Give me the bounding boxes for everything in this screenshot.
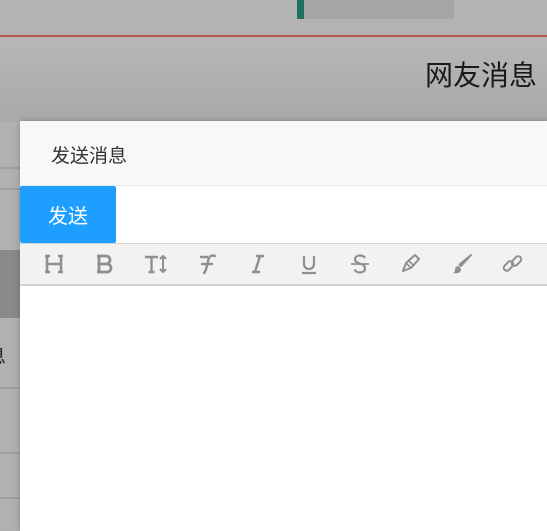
background-list-label: 息	[0, 340, 6, 369]
background-list-divider	[0, 497, 20, 499]
background-list-divider	[0, 188, 20, 190]
background-left-list	[0, 122, 20, 528]
strikethrough-icon[interactable]	[344, 248, 376, 280]
background-accent-bar	[297, 0, 304, 19]
background-top-bar	[0, 0, 547, 36]
background-top-block	[297, 0, 454, 19]
background-list-divider	[0, 387, 20, 389]
font-size-icon[interactable]	[140, 248, 172, 280]
link-icon[interactable]	[497, 248, 529, 280]
italic-icon[interactable]	[242, 248, 274, 280]
background-list-divider	[0, 167, 20, 169]
send-message-dialog: 发送消息 发送	[20, 121, 547, 531]
background-page-title: 网友消息	[424, 59, 537, 92]
font-family-icon[interactable]	[191, 248, 223, 280]
bold-icon[interactable]	[89, 248, 121, 280]
background-list-item	[0, 250, 20, 318]
background-list-divider	[0, 452, 20, 454]
send-button[interactable]: 发送	[20, 186, 116, 243]
brush-icon[interactable]	[446, 248, 478, 280]
message-editor[interactable]	[20, 286, 547, 531]
dialog-title: 发送消息	[51, 145, 128, 167]
dialog-header: 发送消息	[20, 121, 547, 186]
highlighter-icon[interactable]	[395, 248, 427, 280]
editor-toolbar	[20, 243, 547, 286]
underline-icon[interactable]	[293, 248, 325, 280]
heading-icon[interactable]	[38, 248, 70, 280]
